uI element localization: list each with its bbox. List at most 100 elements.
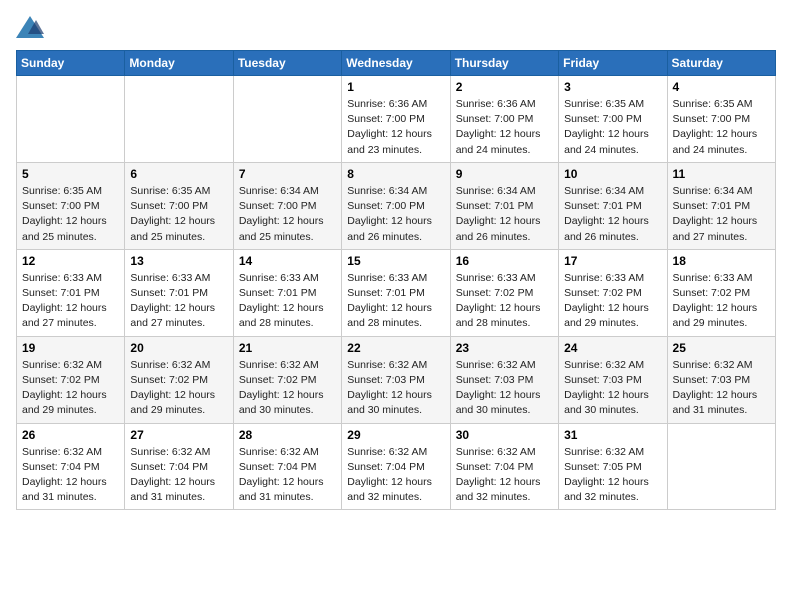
day-info: Sunrise: 6:35 AMSunset: 7:00 PMDaylight:…: [22, 184, 119, 245]
day-number: 18: [673, 254, 770, 268]
day-info: Sunrise: 6:33 AMSunset: 7:02 PMDaylight:…: [564, 271, 661, 332]
calendar-cell: 16 Sunrise: 6:33 AMSunset: 7:02 PMDayligh…: [450, 249, 558, 336]
day-info: Sunrise: 6:32 AMSunset: 7:04 PMDaylight:…: [239, 445, 336, 506]
calendar-cell: 11 Sunrise: 6:34 AMSunset: 7:01 PMDayligh…: [667, 162, 775, 249]
day-number: 22: [347, 341, 444, 355]
calendar-cell: 9 Sunrise: 6:34 AMSunset: 7:01 PMDaylight…: [450, 162, 558, 249]
day-info: Sunrise: 6:36 AMSunset: 7:00 PMDaylight:…: [456, 97, 553, 158]
day-info: Sunrise: 6:32 AMSunset: 7:02 PMDaylight:…: [130, 358, 227, 419]
calendar-cell: 27Sunrise: 6:32 AMSunset: 7:04 PMDayligh…: [125, 423, 233, 510]
day-number: 6: [130, 167, 227, 181]
day-number: 4: [673, 80, 770, 94]
day-number: 23: [456, 341, 553, 355]
day-number: 15: [347, 254, 444, 268]
day-info: Sunrise: 6:32 AMSunset: 7:02 PMDaylight:…: [22, 358, 119, 419]
day-number: 25: [673, 341, 770, 355]
weekday-header: Saturday: [667, 51, 775, 76]
day-number: 20: [130, 341, 227, 355]
day-info: Sunrise: 6:32 AMSunset: 7:02 PMDaylight:…: [239, 358, 336, 419]
day-number: 11: [673, 167, 770, 181]
calendar-cell: [667, 423, 775, 510]
day-number: 5: [22, 167, 119, 181]
day-info: Sunrise: 6:33 AMSunset: 7:01 PMDaylight:…: [22, 271, 119, 332]
calendar-week-row: 19 Sunrise: 6:32 AMSunset: 7:02 PMDayligh…: [17, 336, 776, 423]
weekday-header: Friday: [559, 51, 667, 76]
calendar-week-row: 5 Sunrise: 6:35 AMSunset: 7:00 PMDaylight…: [17, 162, 776, 249]
calendar-cell: 25 Sunrise: 6:32 AMSunset: 7:03 PMDayligh…: [667, 336, 775, 423]
day-info: Sunrise: 6:34 AMSunset: 7:01 PMDaylight:…: [673, 184, 770, 245]
calendar-cell: 6 Sunrise: 6:35 AMSunset: 7:00 PMDaylight…: [125, 162, 233, 249]
day-number: 12: [22, 254, 119, 268]
calendar-week-row: 26 Sunrise: 6:32 AMSunset: 7:04 PMDayligh…: [17, 423, 776, 510]
weekday-header: Thursday: [450, 51, 558, 76]
day-number: 16: [456, 254, 553, 268]
calendar-cell: [125, 76, 233, 163]
day-number: 27: [130, 428, 227, 442]
day-info: Sunrise: 6:32 AMSunset: 7:03 PMDaylight:…: [673, 358, 770, 419]
day-info: Sunrise: 6:32 AMSunset: 7:05 PMDaylight:…: [564, 445, 661, 506]
day-number: 26: [22, 428, 119, 442]
logo-icon: [16, 16, 44, 38]
day-number: 21: [239, 341, 336, 355]
day-number: 13: [130, 254, 227, 268]
day-info: Sunrise: 6:32 AMSunset: 7:04 PMDaylight:…: [456, 445, 553, 506]
calendar-cell: 28 Sunrise: 6:32 AMSunset: 7:04 PMDayligh…: [233, 423, 341, 510]
day-number: 24: [564, 341, 661, 355]
calendar-week-row: 12 Sunrise: 6:33 AMSunset: 7:01 PMDayligh…: [17, 249, 776, 336]
calendar-cell: 15 Sunrise: 6:33 AMSunset: 7:01 PMDayligh…: [342, 249, 450, 336]
calendar-cell: 4 Sunrise: 6:35 AMSunset: 7:00 PMDaylight…: [667, 76, 775, 163]
day-info: Sunrise: 6:32 AMSunset: 7:04 PMDaylight:…: [22, 445, 119, 506]
day-info: Sunrise: 6:35 AMSunset: 7:00 PMDaylight:…: [673, 97, 770, 158]
day-number: 8: [347, 167, 444, 181]
weekday-header: Wednesday: [342, 51, 450, 76]
calendar-cell: 3 Sunrise: 6:35 AMSunset: 7:00 PMDaylight…: [559, 76, 667, 163]
calendar-cell: 20 Sunrise: 6:32 AMSunset: 7:02 PMDayligh…: [125, 336, 233, 423]
day-number: 31: [564, 428, 661, 442]
day-number: 7: [239, 167, 336, 181]
day-info: Sunrise: 6:34 AMSunset: 7:01 PMDaylight:…: [456, 184, 553, 245]
day-number: 30: [456, 428, 553, 442]
calendar-cell: 29 Sunrise: 6:32 AMSunset: 7:04 PMDayligh…: [342, 423, 450, 510]
calendar-cell: 2Sunrise: 6:36 AMSunset: 7:00 PMDaylight…: [450, 76, 558, 163]
calendar-cell: 26 Sunrise: 6:32 AMSunset: 7:04 PMDayligh…: [17, 423, 125, 510]
calendar-header-row: SundayMondayTuesdayWednesdayThursdayFrid…: [17, 51, 776, 76]
day-number: 28: [239, 428, 336, 442]
calendar-cell: [17, 76, 125, 163]
day-info: Sunrise: 6:34 AMSunset: 7:01 PMDaylight:…: [564, 184, 661, 245]
day-info: Sunrise: 6:34 AMSunset: 7:00 PMDaylight:…: [347, 184, 444, 245]
calendar-cell: [233, 76, 341, 163]
day-number: 19: [22, 341, 119, 355]
calendar-table: SundayMondayTuesdayWednesdayThursdayFrid…: [16, 50, 776, 510]
day-info: Sunrise: 6:36 AMSunset: 7:00 PMDaylight:…: [347, 97, 444, 158]
calendar-cell: 1 Sunrise: 6:36 AMSunset: 7:00 PMDaylight…: [342, 76, 450, 163]
calendar-cell: 21 Sunrise: 6:32 AMSunset: 7:02 PMDayligh…: [233, 336, 341, 423]
calendar-cell: 18 Sunrise: 6:33 AMSunset: 7:02 PMDayligh…: [667, 249, 775, 336]
day-info: Sunrise: 6:35 AMSunset: 7:00 PMDaylight:…: [130, 184, 227, 245]
day-number: 9: [456, 167, 553, 181]
day-number: 10: [564, 167, 661, 181]
day-number: 3: [564, 80, 661, 94]
day-info: Sunrise: 6:32 AMSunset: 7:03 PMDaylight:…: [456, 358, 553, 419]
day-info: Sunrise: 6:35 AMSunset: 7:00 PMDaylight:…: [564, 97, 661, 158]
day-info: Sunrise: 6:33 AMSunset: 7:02 PMDaylight:…: [673, 271, 770, 332]
weekday-header: Tuesday: [233, 51, 341, 76]
weekday-header: Sunday: [17, 51, 125, 76]
day-info: Sunrise: 6:32 AMSunset: 7:04 PMDaylight:…: [347, 445, 444, 506]
day-number: 14: [239, 254, 336, 268]
calendar-cell: 7Sunrise: 6:34 AMSunset: 7:00 PMDaylight…: [233, 162, 341, 249]
day-info: Sunrise: 6:32 AMSunset: 7:03 PMDaylight:…: [347, 358, 444, 419]
calendar-cell: 24 Sunrise: 6:32 AMSunset: 7:03 PMDayligh…: [559, 336, 667, 423]
calendar-cell: 5 Sunrise: 6:35 AMSunset: 7:00 PMDaylight…: [17, 162, 125, 249]
calendar-cell: 19 Sunrise: 6:32 AMSunset: 7:02 PMDayligh…: [17, 336, 125, 423]
weekday-header: Monday: [125, 51, 233, 76]
day-info: Sunrise: 6:32 AMSunset: 7:03 PMDaylight:…: [564, 358, 661, 419]
day-info: Sunrise: 6:33 AMSunset: 7:02 PMDaylight:…: [456, 271, 553, 332]
calendar-cell: 22 Sunrise: 6:32 AMSunset: 7:03 PMDayligh…: [342, 336, 450, 423]
page-header: [16, 16, 776, 38]
day-info: Sunrise: 6:33 AMSunset: 7:01 PMDaylight:…: [347, 271, 444, 332]
day-number: 1: [347, 80, 444, 94]
day-number: 29: [347, 428, 444, 442]
calendar-cell: 13Sunrise: 6:33 AMSunset: 7:01 PMDayligh…: [125, 249, 233, 336]
calendar-cell: 8 Sunrise: 6:34 AMSunset: 7:00 PMDaylight…: [342, 162, 450, 249]
calendar-week-row: 1 Sunrise: 6:36 AMSunset: 7:00 PMDaylight…: [17, 76, 776, 163]
